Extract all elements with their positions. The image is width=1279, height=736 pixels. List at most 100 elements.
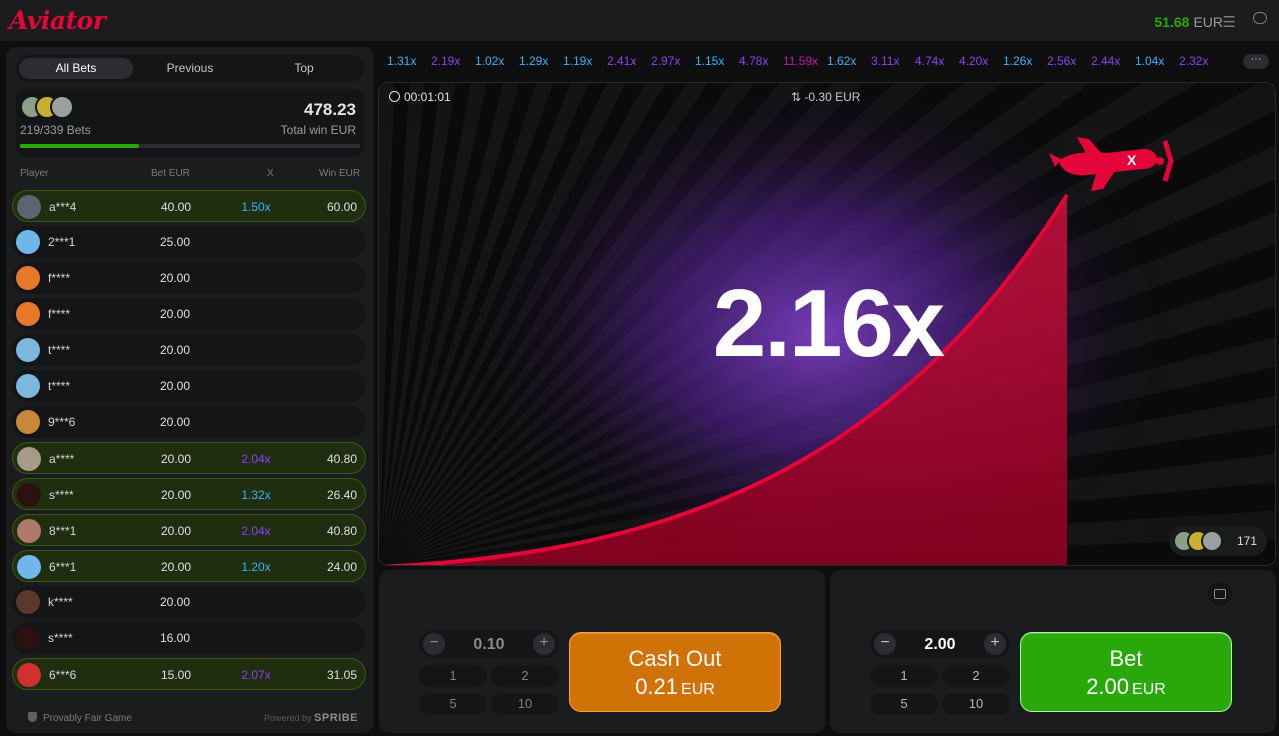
bet-label: Bet	[1109, 646, 1143, 671]
history-multiplier[interactable]: 1.29x	[519, 54, 563, 68]
balance-amount: 51.68	[1154, 14, 1190, 30]
history-multiplier[interactable]: 1.15x	[695, 54, 739, 68]
avatar	[50, 95, 74, 119]
history-multiplier[interactable]: 1.26x	[1003, 54, 1047, 68]
cashout-multiplier: 2.04x	[241, 524, 271, 538]
history-multiplier[interactable]: 3.11x	[871, 54, 915, 68]
column-bet: Bet EUR	[151, 168, 190, 179]
player-name: t****	[48, 343, 71, 357]
bet-row: t**** 20.00	[12, 370, 366, 402]
cashout-multiplier: 1.50x	[241, 200, 271, 214]
round-delta: ⇅ -0.30 EUR	[791, 90, 861, 104]
history-multiplier[interactable]: 2.41x	[607, 54, 651, 68]
history-multiplier[interactable]: 2.97x	[651, 54, 695, 68]
history-multiplier[interactable]: 1.04x	[1135, 54, 1179, 68]
avatar	[17, 555, 41, 579]
history-multiplier[interactable]: 1.19x	[563, 54, 607, 68]
player-name: t****	[48, 379, 71, 393]
plus-button[interactable]: +	[533, 633, 555, 655]
player-name: a****	[49, 452, 75, 466]
bet-amount: 20.00	[160, 452, 192, 466]
quick-amount-10[interactable]: 10	[942, 693, 1010, 715]
avatar	[16, 302, 40, 326]
history-multiplier[interactable]: 4.74x	[915, 54, 959, 68]
avatar	[17, 663, 41, 687]
provably-fair-link[interactable]: Provably Fair Game	[28, 712, 132, 724]
bet-row: s**** 16.00	[12, 622, 366, 654]
tab-all-bets[interactable]: All Bets	[19, 58, 133, 79]
bet-amount: 15.00	[160, 668, 192, 682]
bet-amount-stepper-1[interactable]: − 0.10 +	[419, 630, 559, 658]
shield-icon	[28, 712, 37, 722]
quick-amount-1[interactable]: 1	[419, 665, 487, 687]
history-multiplier[interactable]: 4.20x	[959, 54, 1003, 68]
player-name: 2***1	[48, 235, 76, 249]
bet-button[interactable]: Bet 2.00 EUR	[1020, 632, 1232, 712]
quick-amount-2[interactable]: 2	[491, 665, 559, 687]
total-win-amount: 478.23	[304, 100, 356, 119]
bet-row: f**** 20.00	[12, 262, 366, 294]
cashout-multiplier: 2.04x	[241, 452, 271, 466]
bet-amount: 20.00	[160, 560, 192, 574]
quick-amount-10[interactable]: 10	[491, 693, 559, 715]
bet-row: 8***1 20.00 2.04x 40.80	[12, 514, 366, 546]
round-timer: 00:01:01	[389, 90, 451, 104]
quick-amount-2[interactable]: 2	[942, 665, 1010, 687]
summary-avatars	[20, 95, 80, 119]
history-multiplier[interactable]: 1.02x	[475, 54, 519, 68]
avatar	[16, 626, 40, 650]
cash-out-button[interactable]: Cash Out 0.21 EUR	[569, 632, 781, 712]
history-multiplier[interactable]: 1.62x	[827, 54, 871, 68]
top-bar: Aviator 51.68 EUR ☰	[0, 0, 1279, 42]
svg-text:X: X	[1127, 152, 1137, 168]
quick-amount-1[interactable]: 1	[870, 665, 938, 687]
powered-by: Powered by SPRIBE	[263, 712, 358, 724]
avatar	[16, 374, 40, 398]
plus-button[interactable]: +	[984, 633, 1006, 655]
bet-row: f**** 20.00	[12, 298, 366, 330]
history-multiplier[interactable]: 2.19x	[431, 54, 475, 68]
minus-button[interactable]: −	[423, 633, 445, 655]
arrows-icon: ⇅	[791, 90, 805, 104]
bets-list[interactable]: a***4 40.00 1.50x 60.00 2***1 25.00 f**** 20.00…	[12, 190, 366, 700]
multiplier-history: 1.31x 2.19x 1.02x 1.29x 1.19x 2.41x 2.97x 1.15x…	[387, 54, 1227, 70]
quick-amount-5[interactable]: 5	[870, 693, 938, 715]
bet-amount: 20.00	[160, 524, 192, 538]
column-win: Win EUR	[319, 168, 361, 179]
history-multiplier[interactable]: 11.59x	[783, 54, 827, 68]
chat-icon[interactable]	[1253, 12, 1267, 24]
avatar	[17, 447, 41, 471]
column-player: Player	[20, 168, 49, 179]
win-amount: 40.80	[326, 452, 357, 466]
bet-amount: 20.00	[159, 343, 191, 357]
history-multiplier[interactable]: 1.31x	[387, 54, 431, 68]
history-multiplier[interactable]: 2.56x	[1047, 54, 1091, 68]
bet-amount-value-2[interactable]: 2.00	[900, 636, 980, 654]
minus-button[interactable]: −	[874, 633, 896, 655]
player-name: 9***6	[48, 415, 76, 429]
bet-row: 6***1 20.00 1.20x 24.00	[12, 550, 366, 582]
bets-progress-fill	[20, 144, 139, 148]
bet-amount: 2.00 EUR	[1086, 674, 1166, 699]
avatar	[17, 519, 41, 543]
bet-panel-2: − 2.00 + 1 2 5 10 Bet 2.00 EUR	[830, 570, 1276, 733]
bet-amount-stepper-2[interactable]: − 2.00 +	[870, 630, 1010, 658]
avatar	[1201, 530, 1223, 552]
history-multiplier[interactable]: 2.32x	[1179, 54, 1223, 68]
balance: 51.68 EUR	[1154, 14, 1223, 30]
bet-row: 2***1 25.00	[12, 226, 366, 258]
avatar	[16, 230, 40, 254]
history-more-button[interactable]: ···	[1243, 54, 1269, 69]
history-multiplier[interactable]: 2.44x	[1091, 54, 1135, 68]
menu-icon[interactable]: ☰	[1223, 13, 1236, 31]
tab-top[interactable]: Top	[247, 58, 361, 79]
cash-out-amount: 0.21 EUR	[635, 674, 715, 699]
history-multiplier[interactable]: 4.78x	[739, 54, 783, 68]
panel-toggle-icon[interactable]	[1208, 582, 1232, 606]
quick-amount-5[interactable]: 5	[419, 693, 487, 715]
online-players[interactable]: 171	[1169, 526, 1267, 556]
win-amount: 31.05	[326, 668, 357, 682]
bet-amount-value-1[interactable]: 0.10	[449, 636, 529, 654]
tab-previous[interactable]: Previous	[133, 58, 247, 79]
avatar	[17, 195, 41, 219]
